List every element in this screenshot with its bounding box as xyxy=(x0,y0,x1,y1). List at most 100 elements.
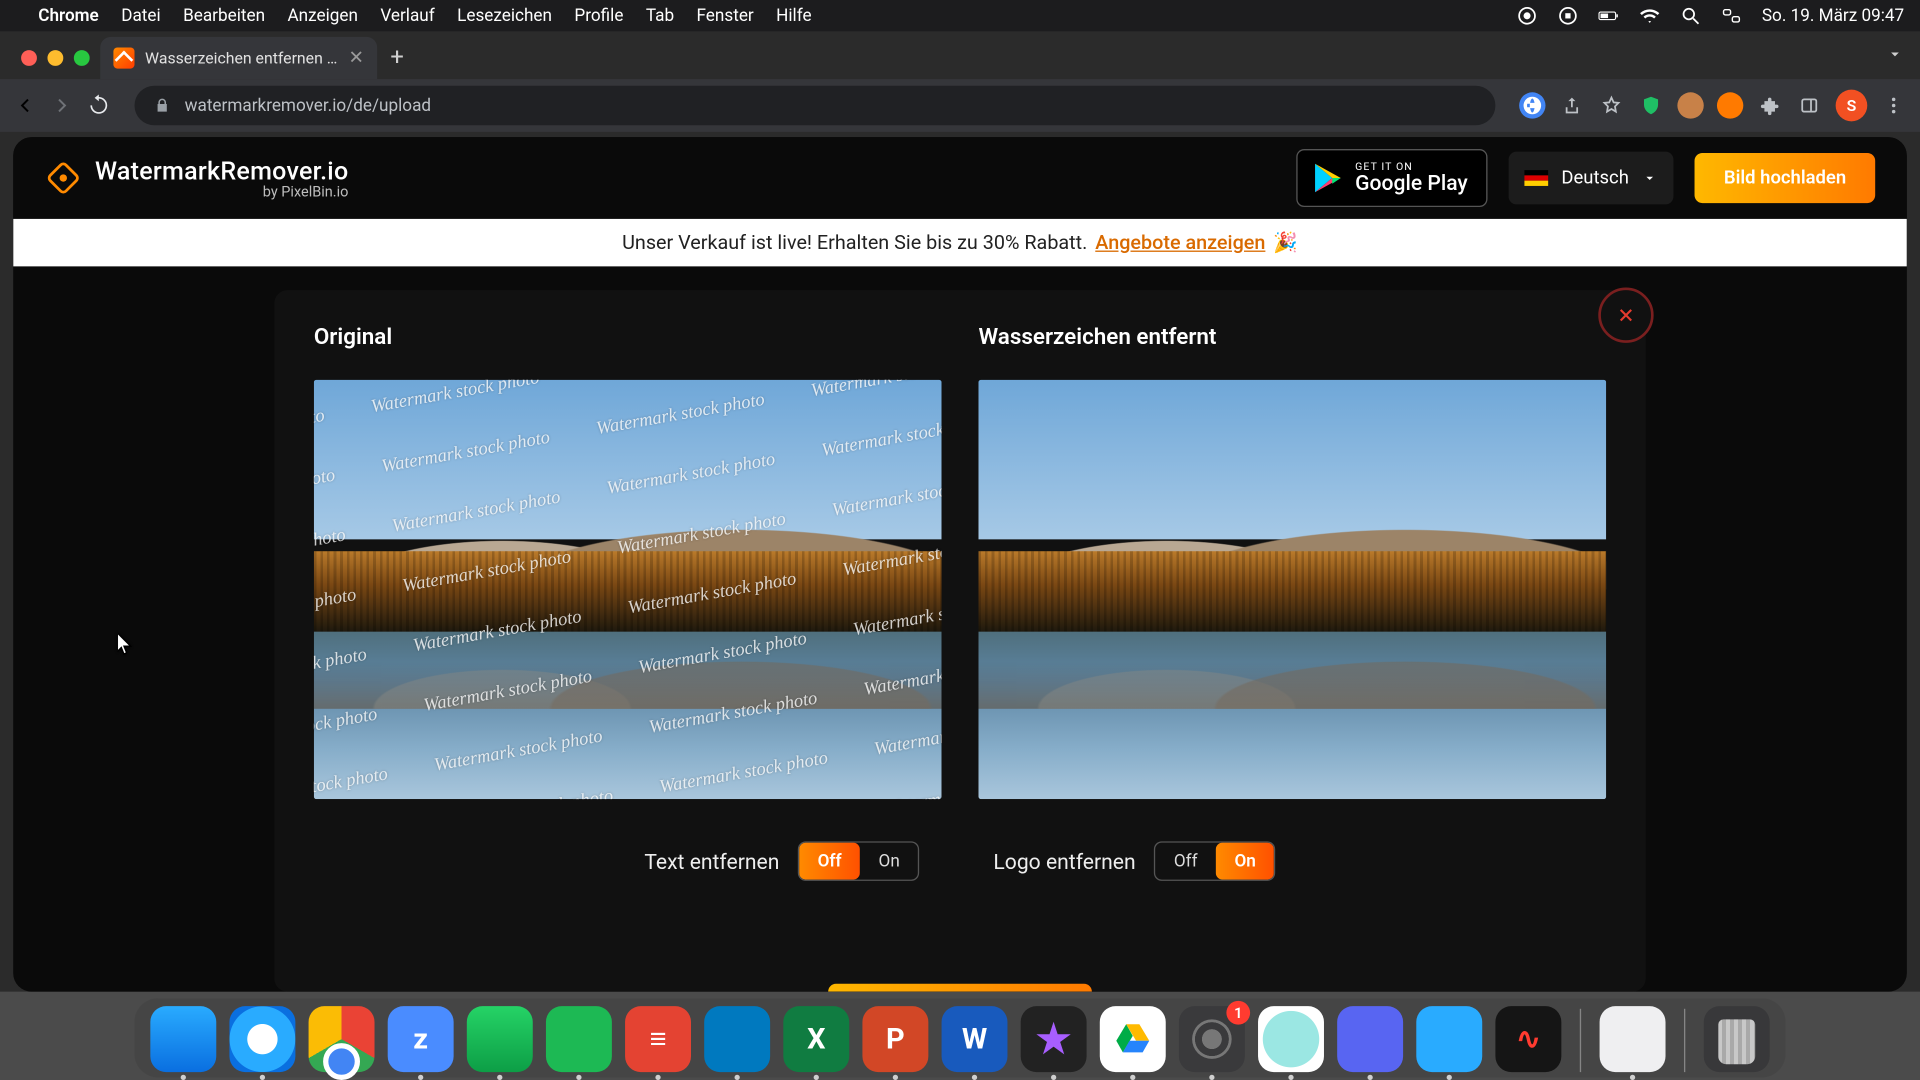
toggle-row: Text entfernen Off On Logo entfernen Off… xyxy=(314,841,1606,881)
new-tab-button[interactable]: + xyxy=(377,44,417,80)
forward-icon[interactable] xyxy=(50,94,74,118)
window-minimize-button[interactable] xyxy=(47,50,63,66)
record-icon[interactable] xyxy=(1517,5,1538,26)
promo-link[interactable]: Angebote anzeigen xyxy=(1095,231,1265,255)
extension-1-icon[interactable] xyxy=(1677,92,1703,118)
dock-chrome-icon[interactable] xyxy=(309,1006,375,1072)
control-center-icon[interactable] xyxy=(1721,5,1742,26)
extension-shield-icon[interactable] xyxy=(1638,92,1664,118)
promo-banner: Unser Verkauf ist live! Erhalten Sie bis… xyxy=(13,219,1907,266)
extension-2-icon[interactable] xyxy=(1717,92,1743,118)
promo-text: Unser Verkauf ist live! Erhalten Sie bis… xyxy=(622,231,1087,255)
profile-avatar[interactable]: S xyxy=(1836,90,1868,122)
dock-settings-icon[interactable]: 1 xyxy=(1179,1006,1245,1072)
text-remove-switch[interactable]: Off On xyxy=(798,841,920,881)
language-label: Deutsch xyxy=(1561,167,1629,188)
back-icon[interactable] xyxy=(13,94,37,118)
window-close-button[interactable] xyxy=(21,50,37,66)
extensions-puzzle-icon[interactable] xyxy=(1757,92,1783,118)
gplay-bottom-text: Google Play xyxy=(1355,173,1468,194)
flag-de-icon xyxy=(1524,170,1548,186)
reload-icon[interactable] xyxy=(87,94,111,118)
close-panel-button[interactable] xyxy=(1598,287,1653,342)
stop-icon[interactable] xyxy=(1557,5,1578,26)
menu-profile[interactable]: Profile xyxy=(574,6,623,26)
spotlight-icon[interactable] xyxy=(1680,5,1701,26)
macos-menubar: Chrome Datei Bearbeiten Anzeigen Verlauf… xyxy=(0,0,1920,32)
menu-anzeigen[interactable]: Anzeigen xyxy=(287,6,357,26)
google-play-icon xyxy=(1310,160,1344,197)
tab-close-icon[interactable]: ✕ xyxy=(348,49,363,67)
logo-mark-icon xyxy=(45,160,82,197)
window-zoom-button[interactable] xyxy=(74,50,90,66)
google-play-button[interactable]: GET IT ON Google Play xyxy=(1296,149,1488,207)
dock-trash-icon[interactable] xyxy=(1704,1006,1770,1072)
download-cta-peek[interactable] xyxy=(828,984,1092,992)
menu-bearbeiten[interactable]: Bearbeiten xyxy=(183,6,265,26)
menu-tab[interactable]: Tab xyxy=(646,6,674,26)
tab-favicon-icon xyxy=(113,47,134,68)
chrome-tabstrip: Wasserzeichen entfernen - Lad… ✕ + xyxy=(0,32,1920,79)
logo-on-button[interactable]: On xyxy=(1216,843,1274,880)
dock-excel-icon[interactable]: X xyxy=(783,1006,849,1072)
tab-title: Wasserzeichen entfernen - Lad… xyxy=(145,49,338,67)
settings-badge: 1 xyxy=(1226,1001,1250,1025)
menu-hilfe[interactable]: Hilfe xyxy=(776,6,811,26)
macos-dock: z ≡ X P W 1 ∿ xyxy=(0,998,1920,1080)
logo-remove-label: Logo entfernen xyxy=(993,849,1135,874)
dock-preview-icon[interactable] xyxy=(1600,1006,1666,1072)
browser-tab[interactable]: Wasserzeichen entfernen - Lad… ✕ xyxy=(100,37,377,79)
dock-word-icon[interactable]: W xyxy=(942,1006,1008,1072)
text-on-button[interactable]: On xyxy=(860,843,918,880)
menu-lesezeichen[interactable]: Lesezeichen xyxy=(457,6,552,26)
dock-voicememos-icon[interactable]: ∿ xyxy=(1495,1006,1561,1072)
dock-spotify-icon[interactable] xyxy=(546,1006,612,1072)
dock-powerpoint-icon[interactable]: P xyxy=(862,1006,928,1072)
share-icon[interactable] xyxy=(1559,92,1585,118)
menu-datei[interactable]: Datei xyxy=(121,6,160,26)
logo-off-button[interactable]: Off xyxy=(1155,843,1216,880)
dock-separator-2 xyxy=(1684,1009,1685,1072)
site-logo[interactable]: WatermarkRemover.io by PixelBin.io xyxy=(45,156,349,201)
dock-safari-icon[interactable] xyxy=(229,1006,295,1072)
dock-whatsapp-icon[interactable] xyxy=(467,1006,533,1072)
dock-app-cyan-icon[interactable] xyxy=(1258,1006,1324,1072)
bookmark-star-icon[interactable] xyxy=(1598,92,1624,118)
original-heading: Original xyxy=(314,324,942,350)
site-header: WatermarkRemover.io by PixelBin.io GET I… xyxy=(13,137,1907,219)
address-bar[interactable]: watermarkremover.io/de/upload xyxy=(135,86,1496,126)
upload-button[interactable]: Bild hochladen xyxy=(1695,153,1875,203)
menu-verlauf[interactable]: Verlauf xyxy=(380,6,434,26)
url-text: watermarkremover.io/de/upload xyxy=(185,96,431,116)
text-off-button[interactable]: Off xyxy=(799,843,860,880)
tabs-dropdown-icon[interactable] xyxy=(1886,44,1904,69)
dock-finder-icon[interactable] xyxy=(150,1006,216,1072)
dock-zoom-icon[interactable]: z xyxy=(388,1006,454,1072)
dock-trello-icon[interactable] xyxy=(704,1006,770,1072)
cleaned-image xyxy=(978,380,1606,799)
lock-icon xyxy=(153,96,171,114)
menubar-app-name[interactable]: Chrome xyxy=(38,6,99,26)
text-remove-label: Text entfernen xyxy=(644,849,779,874)
original-image: Watermark stock photoWatermark stock pho… xyxy=(314,380,942,799)
logo-remove-switch[interactable]: Off On xyxy=(1154,841,1276,881)
dock-imovie-icon[interactable] xyxy=(1021,1006,1087,1072)
wifi-icon[interactable] xyxy=(1639,5,1660,26)
battery-icon[interactable] xyxy=(1598,5,1619,26)
chevron-down-icon xyxy=(1642,170,1658,186)
page-content: WatermarkRemover.io by PixelBin.io GET I… xyxy=(13,137,1907,992)
removed-heading: Wasserzeichen entfernt xyxy=(978,324,1606,350)
dock-quicktime-icon[interactable] xyxy=(1416,1006,1482,1072)
chrome-menu-icon[interactable] xyxy=(1880,92,1906,118)
dock-discord-icon[interactable] xyxy=(1337,1006,1403,1072)
chrome-toolbar: watermarkremover.io/de/upload S xyxy=(0,79,1920,132)
sidepanel-icon[interactable] xyxy=(1796,92,1822,118)
watermark-overlay: Watermark stock photoWatermark stock pho… xyxy=(314,380,942,799)
dock-drive-icon[interactable] xyxy=(1100,1006,1166,1072)
translate-icon[interactable] xyxy=(1519,92,1545,118)
brand-name: WatermarkRemover.io xyxy=(95,156,348,186)
dock-todoist-icon[interactable]: ≡ xyxy=(625,1006,691,1072)
menu-fenster[interactable]: Fenster xyxy=(697,6,754,26)
language-selector[interactable]: Deutsch xyxy=(1509,152,1674,205)
menubar-clock[interactable]: So. 19. März 09:47 xyxy=(1762,6,1904,26)
